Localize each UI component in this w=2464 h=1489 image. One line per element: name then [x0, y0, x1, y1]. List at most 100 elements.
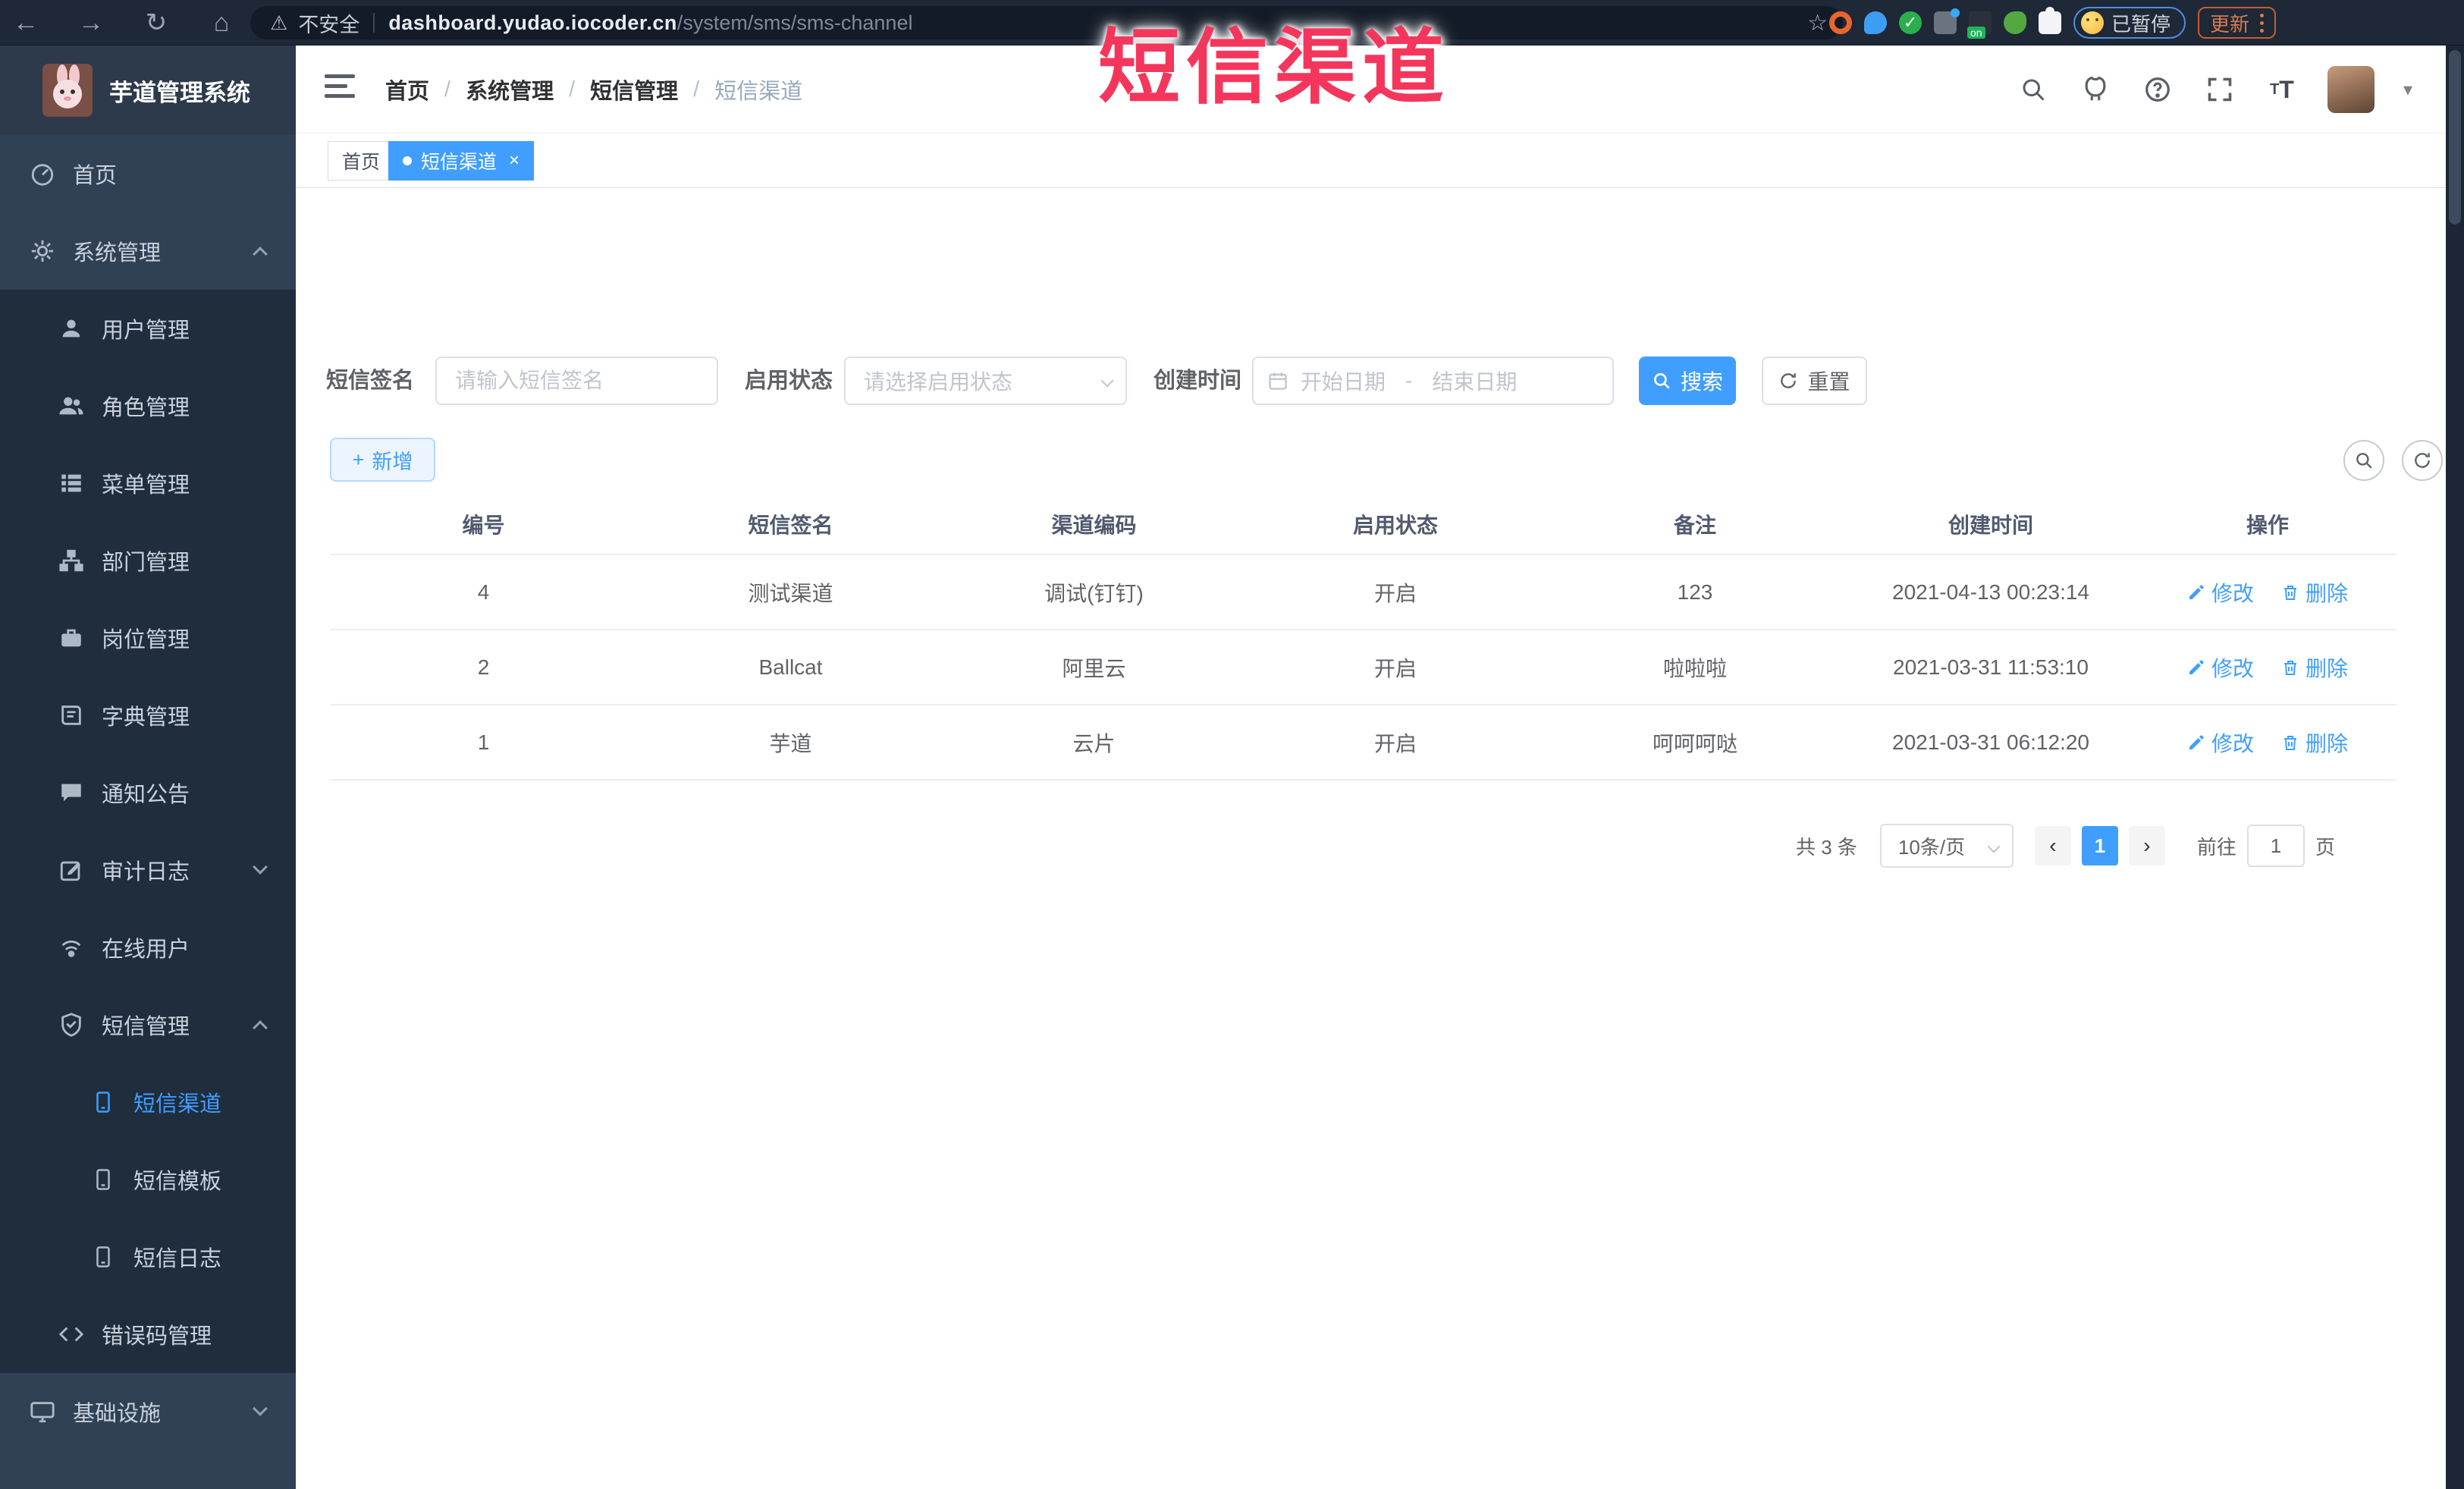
sidebar-item-menus[interactable]: 菜单管理 — [0, 445, 296, 522]
sidebar-toggle-hamburger-icon[interactable] — [325, 74, 355, 98]
sidebar-item-departments[interactable]: 部门管理 — [0, 522, 296, 599]
page-number-1[interactable]: 1 — [2081, 826, 2118, 865]
prev-page-button[interactable]: ‹ — [2034, 826, 2071, 865]
pencil-icon — [2189, 734, 2204, 749]
url-path: /system/sms/sms-channel — [676, 11, 913, 34]
sidebar-item-label: 用户管理 — [102, 319, 190, 343]
delete-link[interactable]: 删除 — [2281, 577, 2348, 608]
extension-green-check-icon[interactable]: ✓ — [1899, 11, 1922, 34]
breadcrumb-separator: / — [569, 77, 576, 102]
status-label: 启用状态 — [745, 369, 833, 393]
monitor-icon — [29, 1398, 56, 1425]
edit-link[interactable]: 修改 — [2187, 652, 2254, 683]
extension-blue-pin-icon[interactable] — [1864, 11, 1887, 34]
github-icon[interactable] — [2079, 73, 2112, 106]
sidebar-item-posts[interactable]: 岗位管理 — [0, 599, 296, 677]
column-header: 启用状态 — [1352, 514, 1438, 537]
back-icon[interactable]: ← — [11, 8, 41, 38]
table-row[interactable]: 4 测试渠道 调试(钉钉) 开启 123 2021-04-13 00:23:14… — [330, 555, 2397, 630]
trash-icon — [2284, 660, 2296, 675]
extension-green-sprout-icon[interactable] — [2004, 11, 2026, 34]
sidebar-item-audit-log[interactable]: 审计日志 — [0, 831, 296, 909]
sidebar-item-infrastructure[interactable]: 基础设施 — [0, 1373, 296, 1450]
scrollbar-track[interactable] — [2446, 46, 2464, 1489]
sidebar-item-dict[interactable]: 字典管理 — [0, 677, 296, 754]
close-icon[interactable]: × — [509, 150, 519, 171]
show-search-toggle-button[interactable] — [2343, 440, 2384, 481]
sidebar-item-roles[interactable]: 角色管理 — [0, 367, 296, 445]
next-page-button[interactable]: › — [2128, 826, 2165, 865]
scrollbar-thumb[interactable] — [2449, 50, 2461, 225]
sidebar-item-label: 在线用户 — [102, 938, 190, 962]
sidebar-item-sms-channel[interactable]: 短信渠道 — [0, 1063, 296, 1141]
sidebar-item-users[interactable]: 用户管理 — [0, 290, 296, 367]
reload-icon[interactable]: ↻ — [141, 8, 171, 38]
add-button[interactable]: + 新增 — [330, 438, 435, 482]
search-button[interactable]: 搜索 — [1639, 357, 1736, 405]
forward-icon[interactable]: → — [76, 8, 106, 38]
column-header: 编号 — [462, 514, 505, 537]
browser-menu-kebab-icon[interactable] — [2260, 13, 2265, 33]
date-range-picker[interactable]: 开始日期 - 结束日期 — [1252, 357, 1614, 405]
goto-page-input[interactable] — [2246, 825, 2305, 867]
address-bar[interactable]: ⚠ 不安全 dashboard.yudao.iocoder.cn /system… — [250, 6, 1843, 39]
avatar-caret-down-icon[interactable]: ▾ — [2403, 79, 2412, 101]
breadcrumb-sms[interactable]: 短信管理 — [590, 74, 678, 105]
sidebar-item-system[interactable]: 系统管理 — [0, 212, 296, 290]
chevron-down-icon — [1987, 840, 2001, 853]
chevron-down-icon — [253, 1401, 268, 1416]
delete-link[interactable]: 删除 — [2281, 652, 2348, 683]
edit-link[interactable]: 修改 — [2187, 727, 2254, 758]
sidebar-item-sms-log[interactable]: 短信日志 — [0, 1218, 296, 1296]
not-secure-label[interactable]: 不安全 — [298, 8, 359, 38]
sidebar-item-notice[interactable]: 通知公告 — [0, 754, 296, 831]
column-header: 备注 — [1673, 514, 1716, 537]
font-size-icon[interactable]: TT — [2265, 73, 2299, 106]
table-row[interactable]: 1 芋道 云片 开启 呵呵呵哒 2021-03-31 06:12:20 修改 删… — [330, 705, 2397, 781]
table-row[interactable]: 2 Ballcat 阿里云 开启 啦啦啦 2021-03-31 11:53:10… — [330, 630, 2397, 705]
bookmark-star-icon[interactable]: ☆ — [1807, 10, 1828, 36]
refresh-table-button[interactable] — [2402, 440, 2443, 481]
column-header: 创建时间 — [1948, 514, 2033, 537]
tab-sms-channel[interactable]: 短信渠道 × — [388, 141, 535, 181]
column-header: 操作 — [2246, 514, 2289, 537]
page-size-select[interactable]: 10条/页 — [1879, 824, 2014, 868]
sidebar-item-online-users[interactable]: 在线用户 — [0, 909, 296, 986]
sidebar-item-label: 角色管理 — [102, 396, 190, 420]
sign-input-field[interactable] — [437, 358, 717, 404]
extension-gray-drop-icon[interactable] — [1934, 8, 1960, 34]
cell-status: 开启 — [1373, 656, 1417, 680]
omnibox-divider — [373, 13, 375, 33]
sidebar-item-error-codes[interactable]: 错误码管理 — [0, 1296, 296, 1373]
avatar[interactable] — [2327, 66, 2375, 113]
extension-orange-ring-icon[interactable] — [1829, 11, 1852, 34]
delete-link[interactable]: 删除 — [2281, 727, 2348, 758]
help-icon[interactable] — [2141, 73, 2174, 106]
sidebar-item-home[interactable]: 首页 — [0, 135, 296, 212]
sidebar-item-sms-template[interactable]: 短信模板 — [0, 1141, 296, 1218]
sms-shield-icon — [58, 1011, 85, 1038]
fullscreen-icon[interactable] — [2203, 73, 2236, 106]
sidebar-item-label: 短信模板 — [133, 1170, 222, 1194]
search-icon[interactable] — [2017, 73, 2050, 106]
breadcrumb-system[interactable]: 系统管理 — [466, 74, 554, 105]
sidebar-item-sms[interactable]: 短信管理 — [0, 986, 296, 1063]
browser-update-button[interactable]: 更新 — [2198, 7, 2277, 39]
update-label: 更新 — [2210, 12, 2250, 36]
breadcrumb-home[interactable]: 首页 — [385, 74, 429, 105]
extension-dark-icon[interactable]: on — [1967, 11, 1992, 39]
cell-remark: 啦啦啦 — [1662, 656, 1727, 680]
end-date-placeholder[interactable]: 结束日期 — [1432, 366, 1517, 396]
status-select[interactable]: 请选择启用状态 — [844, 357, 1127, 405]
sidebar-logo[interactable]: 芋道管理系统 — [0, 46, 296, 135]
profile-paused-chip[interactable]: 已暂停 — [2073, 7, 2186, 39]
extensions-puzzle-icon[interactable] — [2039, 7, 2061, 34]
sign-input[interactable] — [435, 357, 718, 405]
edit-link[interactable]: 修改 — [2187, 577, 2254, 608]
home-icon[interactable]: ⌂ — [206, 8, 237, 38]
sidebar-item-label: 字典管理 — [102, 705, 190, 730]
tab-home[interactable]: 首页 — [328, 141, 395, 181]
sidebar-item-label: 岗位管理 — [102, 628, 190, 652]
reset-button[interactable]: 重置 — [1762, 357, 1867, 405]
start-date-placeholder[interactable]: 开始日期 — [1301, 366, 1386, 396]
